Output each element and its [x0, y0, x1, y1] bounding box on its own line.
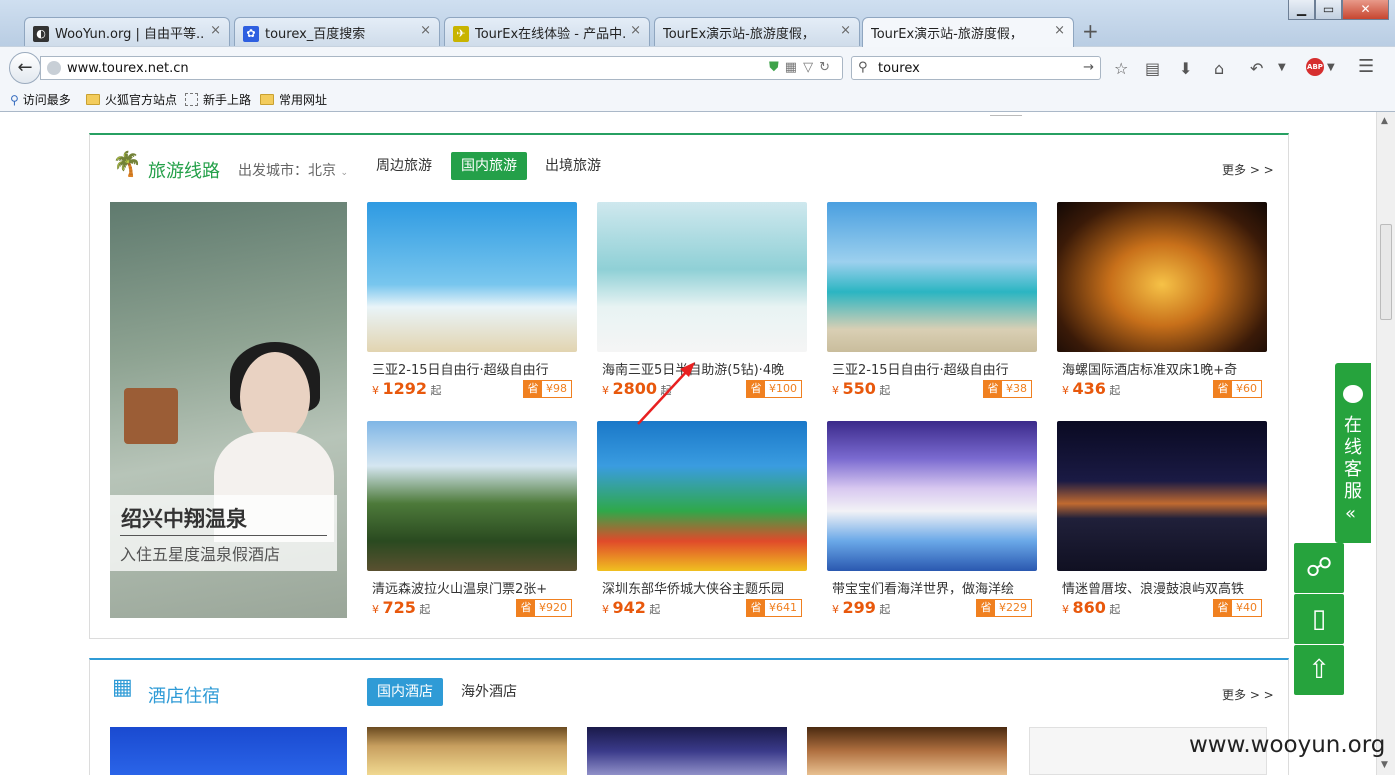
close-tab-icon[interactable]: × [210, 23, 221, 38]
chat-bubble-icon [1343, 385, 1363, 403]
maximize-button[interactable]: ▭ [1315, 0, 1342, 20]
scrollbar-thumb[interactable] [1380, 224, 1392, 320]
address-bar[interactable]: www.tourex.net.cn ⛊▦▽↻ [40, 56, 843, 80]
urlbar-icons: ⛊▦▽↻ [769, 60, 836, 75]
rocket-icon: ⇧ [1308, 655, 1330, 685]
reading-list-icon[interactable]: ▤ [1145, 59, 1160, 78]
bookmark-getting-started[interactable]: 新手上路 [185, 91, 251, 108]
baidu-paw-icon: ✿ [243, 26, 259, 42]
web-page: 🌴 旅游线路 出发城市：北京 ⌄ 周边旅游 国内旅游 出境旅游 更多 > > 绍… [0, 112, 1376, 775]
close-window-button[interactable]: ✕ [1342, 0, 1389, 20]
most-visited-icon: ⚲ [10, 93, 19, 107]
watermark: www.wooyun.org [1189, 732, 1386, 758]
tourex-favicon-icon: ✈ [453, 26, 469, 42]
minimize-button[interactable]: ▁ [1288, 0, 1315, 20]
back-button[interactable]: ← [9, 52, 41, 84]
search-input[interactable]: tourex [878, 61, 920, 76]
tab-baidu[interactable]: ✿ tourex_百度搜索 × [234, 17, 440, 46]
bookmark-common-sites[interactable]: 常用网址 [260, 91, 327, 108]
close-tab-icon[interactable]: × [1054, 23, 1065, 38]
reload-icon[interactable]: ↻ [819, 60, 836, 75]
menu-icon[interactable]: ☰ [1358, 56, 1374, 77]
new-tab-button[interactable]: + [1082, 19, 1099, 43]
undo-icon[interactable]: ↶ [1250, 59, 1263, 78]
url-text[interactable]: www.tourex.net.cn [67, 61, 189, 76]
hotel-image[interactable] [807, 727, 1007, 775]
dropdown-icon[interactable]: ▽ [803, 60, 819, 75]
tab-bar: ◐ WooYun.org | 自由平等... × ✿ tourex_百度搜索 × ✈… [0, 0, 1395, 47]
mobile-button[interactable]: ▯ [1294, 594, 1344, 644]
hotel-image[interactable] [587, 727, 787, 775]
page-icon [185, 93, 198, 106]
back-to-top-button[interactable]: ⇧ [1294, 645, 1344, 695]
search-icon: ⚲ [858, 60, 868, 75]
adblock-icon[interactable]: ABP [1306, 58, 1324, 76]
tab-tourex-demo-1[interactable]: TourEx演示站-旅游度假，酒... × [654, 17, 860, 46]
folder-icon [86, 94, 100, 105]
bookmarks-bar: ⚲ 访问最多 火狐官方站点 新手上路 常用网址 [0, 86, 1395, 112]
undo-dropdown-icon[interactable]: ▼ [1278, 62, 1286, 73]
close-tab-icon[interactable]: × [630, 23, 641, 38]
adblock-dropdown-icon[interactable]: ▼ [1327, 62, 1335, 73]
close-tab-icon[interactable]: × [840, 23, 851, 38]
mobile-phone-icon: ▯ [1311, 604, 1327, 634]
bookmark-star-icon[interactable]: ☆ [1114, 59, 1128, 78]
tab-wooyun[interactable]: ◐ WooYun.org | 自由平等... × [24, 17, 230, 46]
bookmark-firefox-official[interactable]: 火狐官方站点 [86, 91, 177, 108]
tab-tourex-demo-active[interactable]: TourEx演示站-旅游度假，酒... × [862, 17, 1074, 47]
close-tab-icon[interactable]: × [420, 23, 431, 38]
wooyun-favicon-icon: ◐ [33, 26, 49, 42]
qr-icon[interactable]: ▦ [785, 60, 803, 75]
scroll-down-arrow-icon[interactable]: ▼ [1381, 760, 1388, 770]
download-icon[interactable]: ⬇ [1179, 59, 1192, 78]
collapse-chevron-icon[interactable]: « [1345, 503, 1356, 524]
tab-tourex-trial[interactable]: ✈ TourEx在线体验 - 产品中... × [444, 17, 650, 46]
search-bar[interactable]: ⚲ tourex → [851, 56, 1101, 80]
wechat-button[interactable]: ☍ [1294, 543, 1344, 593]
hotel-image[interactable] [367, 727, 567, 775]
page-scrollbar[interactable]: ▲ ▼ [1376, 112, 1395, 775]
search-go-icon[interactable]: → [1083, 60, 1094, 75]
online-service-label: 在线客服 [1344, 415, 1362, 502]
scroll-up-arrow-icon[interactable]: ▲ [1381, 116, 1388, 126]
home-icon[interactable]: ⌂ [1214, 59, 1224, 78]
online-service-panel[interactable]: 在线客服 « [1335, 363, 1371, 543]
bookmark-most-visited[interactable]: ⚲ 访问最多 [10, 91, 71, 108]
hotel-section-title: 酒店住宿 [148, 686, 220, 707]
hotel-promo-image[interactable] [110, 727, 347, 775]
site-identity-icon [47, 61, 61, 75]
browser-window: ◐ WooYun.org | 自由平等... × ✿ tourex_百度搜索 × ✈… [0, 0, 1395, 775]
hotel-building-icon: ▦ [112, 675, 133, 700]
tab-overseas-hotel[interactable]: 海外酒店 [451, 678, 527, 706]
wechat-icon: ☍ [1305, 553, 1333, 583]
hotel-more-link[interactable]: 更多 > > [1222, 686, 1274, 703]
folder-icon [260, 94, 274, 105]
tab-domestic-hotel[interactable]: 国内酒店 [367, 678, 443, 706]
navigation-bar: ← www.tourex.net.cn ⛊▦▽↻ ⚲ tourex → ☆ ▤ … [0, 46, 1395, 86]
shield-icon[interactable]: ⛊ [769, 60, 785, 75]
